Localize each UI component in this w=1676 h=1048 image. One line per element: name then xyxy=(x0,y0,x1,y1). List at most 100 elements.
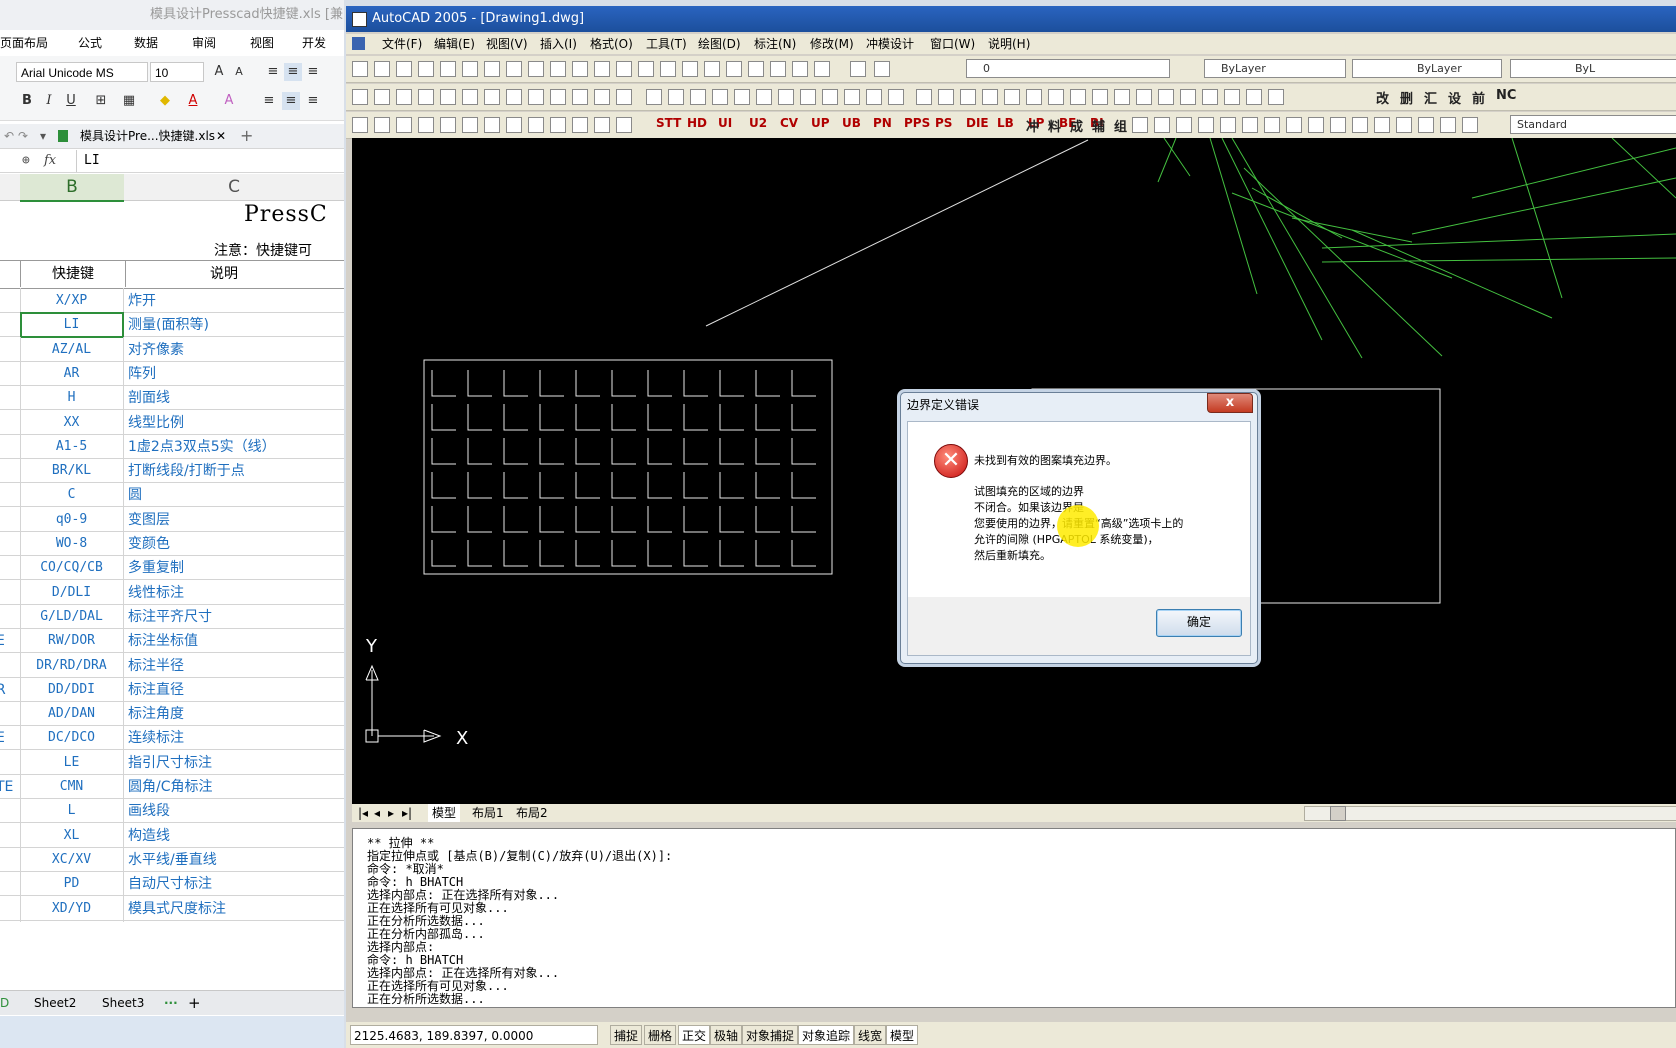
cell-a[interactable]: R xyxy=(0,676,21,703)
font-name-select[interactable]: Arial Unicode MS xyxy=(16,62,148,82)
first-layout-icon[interactable]: |◂ xyxy=(358,804,368,822)
toolbar-tool-icon[interactable] xyxy=(484,89,500,105)
toolbar-tool-icon[interactable] xyxy=(1352,117,1368,133)
cell-desc[interactable]: 构造线 xyxy=(124,823,344,849)
font-color-icon[interactable]: A xyxy=(184,92,202,110)
table-row[interactable]: AR 阵列 xyxy=(0,360,344,387)
toolbar-tool-icon[interactable] xyxy=(1114,89,1130,105)
cell-key[interactable]: BR/KL xyxy=(20,458,124,485)
cell-key[interactable]: D/DLI xyxy=(20,579,124,606)
toolbar-tool-icon[interactable] xyxy=(594,61,610,77)
table-row[interactable]: RDD/DDI标注直径 xyxy=(0,676,344,703)
cell-desc[interactable]: 标注直径 xyxy=(124,677,344,703)
cell-a[interactable] xyxy=(0,312,21,339)
cell-a[interactable] xyxy=(0,846,21,873)
underline-icon[interactable]: U xyxy=(62,92,80,110)
toolbar-tool-icon[interactable] xyxy=(822,89,838,105)
cell-key[interactable]: LI xyxy=(20,312,124,339)
cell-key[interactable]: L xyxy=(20,798,124,825)
ribbon-tab-page-layout[interactable]: 页面布局 xyxy=(0,32,48,54)
align-bottom-icon[interactable]: ≡ xyxy=(304,63,322,81)
table-row[interactable]: H 剖面线 xyxy=(0,385,344,412)
toolbar-tool-icon[interactable] xyxy=(1246,89,1262,105)
fill-pattern-icon[interactable]: ▦ xyxy=(120,92,138,110)
cell-a[interactable] xyxy=(0,458,21,485)
scrollbar-thumb[interactable] xyxy=(1330,806,1346,821)
toolbar-tool-icon[interactable] xyxy=(1330,117,1346,133)
status-snap[interactable]: 捕捉 xyxy=(610,1025,643,1045)
ribbon-tab-view[interactable]: 视图 xyxy=(250,32,274,54)
table-row[interactable]: L 画线段 xyxy=(0,798,344,825)
tab-model[interactable]: 模型 xyxy=(428,804,461,822)
toolbar-tool-icon[interactable] xyxy=(1048,89,1064,105)
cell-desc[interactable]: 变颜色 xyxy=(124,531,344,557)
die-tool-button[interactable]: 成 xyxy=(1070,116,1083,135)
close-icon[interactable]: x xyxy=(1207,393,1253,413)
toolbar-tool-icon[interactable] xyxy=(1264,117,1280,133)
bold-icon[interactable]: B xyxy=(18,92,36,110)
toolbar-tool-icon[interactable] xyxy=(1396,117,1412,133)
cell-a[interactable] xyxy=(0,749,21,776)
cell-a[interactable] xyxy=(0,895,21,922)
sheet-tab-sheet3[interactable]: Sheet3 xyxy=(102,991,144,1015)
lineweight-select[interactable]: ByL xyxy=(1510,59,1676,78)
cell-desc[interactable]: 标注坐标值 xyxy=(124,628,344,654)
cell-key[interactable]: WO-8 xyxy=(20,531,124,557)
add-sheet-icon[interactable]: + xyxy=(188,991,201,1015)
toolbar-tool-icon[interactable] xyxy=(616,89,632,105)
cell-key[interactable]: PD xyxy=(20,871,124,898)
die-tool-button[interactable]: PN xyxy=(873,116,892,130)
die-tool-button[interactable]: 前 xyxy=(1472,88,1485,107)
cell-a[interactable] xyxy=(0,798,21,825)
cell-key[interactable]: LE xyxy=(20,749,124,776)
toolbar-tool-icon[interactable] xyxy=(374,117,390,133)
table-row[interactable]: XD/YD 模具式尺度标注 xyxy=(0,895,344,922)
cell-a[interactable] xyxy=(0,871,21,898)
command-window[interactable]: ** 拉伸 ** 指定拉伸点或 [基点(B)/复制(C)/放弃(U)/退出(X)]… xyxy=(352,828,1676,1008)
status-otrack[interactable]: 对象追踪 xyxy=(798,1025,855,1045)
cell-key[interactable]: q0-9 xyxy=(20,506,124,533)
cell-key[interactable]: XC/XV xyxy=(20,846,124,873)
menu-window[interactable]: 窗口(W) xyxy=(930,34,975,54)
table-row[interactable]: LE 指引尺寸标注 xyxy=(0,749,344,776)
new-tab-icon[interactable]: + xyxy=(240,124,253,148)
toolbar-tool-icon[interactable] xyxy=(1176,117,1192,133)
toolbar-tool-icon[interactable] xyxy=(374,89,390,105)
table-row[interactable]: XC/XV 水平线/垂直线 xyxy=(0,846,344,873)
toolbar-tool-icon[interactable] xyxy=(1440,117,1456,133)
die-tool-button[interactable]: 辅 xyxy=(1092,116,1105,135)
toolbar-tool-icon[interactable] xyxy=(484,61,500,77)
die-tool-button[interactable]: 组 xyxy=(1114,116,1127,135)
toolbar-tool-icon[interactable] xyxy=(916,89,932,105)
toolbar-tool-icon[interactable] xyxy=(1026,89,1042,105)
table-row[interactable]: AZ/AL 对齐像素 xyxy=(0,336,344,363)
toolbar-tool-icon[interactable] xyxy=(1070,89,1086,105)
menu-draw[interactable]: 绘图(D) xyxy=(698,34,741,54)
sheet-tab-partial[interactable]: D xyxy=(0,991,9,1015)
toolbar-tool-icon[interactable] xyxy=(352,61,368,77)
die-tool-button[interactable]: UI xyxy=(718,116,732,130)
toolbar-tool-icon[interactable] xyxy=(528,89,544,105)
toolbar-tool-icon[interactable] xyxy=(418,89,434,105)
prev-layout-icon[interactable]: ◂ xyxy=(374,804,380,822)
toolbar-tool-icon[interactable] xyxy=(462,89,478,105)
toolbar-tool-icon[interactable] xyxy=(690,89,706,105)
toolbar-tool-icon[interactable] xyxy=(1462,117,1478,133)
toolbar-tool-icon[interactable] xyxy=(1242,117,1258,133)
cell-key[interactable]: AZ/AL xyxy=(20,336,124,363)
cell-key[interactable]: XD/YD xyxy=(20,895,124,922)
menu-tools[interactable]: 工具(T) xyxy=(646,34,687,54)
toolbar-tool-icon[interactable] xyxy=(792,61,808,77)
toolbar-tool-icon[interactable] xyxy=(506,89,522,105)
toolbar-tool-icon[interactable] xyxy=(938,89,954,105)
table-row[interactable]: C圆 xyxy=(0,482,344,509)
toolbar-tool-icon[interactable] xyxy=(418,61,434,77)
toolbar-tool-icon[interactable] xyxy=(396,89,412,105)
chevron-down-icon[interactable]: ▾ xyxy=(40,124,46,148)
table-row[interactable]: PD 自动尺寸标注 xyxy=(0,871,344,898)
table-row[interactable]: WO-8 变颜色 xyxy=(0,531,344,557)
cell-desc[interactable]: 1虚2点3双点5实（线） xyxy=(124,434,344,460)
table-row[interactable]: XL 构造线 xyxy=(0,822,344,849)
cell-desc[interactable]: 模具式尺度标注 xyxy=(124,896,344,922)
toolbar-tool-icon[interactable] xyxy=(440,89,456,105)
